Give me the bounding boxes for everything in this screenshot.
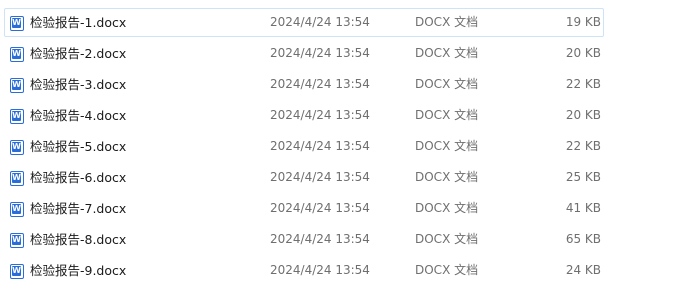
file-modified-date: 2024/4/24 13:54 <box>270 263 370 277</box>
file-size: 20 KB <box>565 108 601 122</box>
file-type: DOCX 文档 <box>415 15 479 29</box>
file-type: DOCX 文档 <box>415 77 479 91</box>
word-document-icon: W <box>10 47 24 62</box>
file-row[interactable]: W 检验报告-5.docx 2024/4/24 13:54 DOCX 文档 22… <box>4 132 604 161</box>
file-list: W 检验报告-1.docx 2024/4/24 13:54 DOCX 文档 19… <box>0 0 673 303</box>
file-row[interactable]: W 检验报告-9.docx 2024/4/24 13:54 DOCX 文档 24… <box>4 256 604 285</box>
file-size: 22 KB <box>565 77 601 91</box>
file-name: 检验报告-4.docx <box>30 108 127 123</box>
file-size: 20 KB <box>565 46 601 60</box>
file-name: 检验报告-3.docx <box>30 77 127 92</box>
file-row[interactable]: W 检验报告-3.docx 2024/4/24 13:54 DOCX 文档 22… <box>4 70 604 99</box>
file-name: 检验报告-8.docx <box>30 232 127 247</box>
file-type: DOCX 文档 <box>415 108 479 122</box>
file-modified-date: 2024/4/24 13:54 <box>270 139 370 153</box>
file-type: DOCX 文档 <box>415 46 479 60</box>
word-document-icon: W <box>10 109 24 124</box>
file-type: DOCX 文档 <box>415 232 479 246</box>
word-document-icon: W <box>10 78 24 93</box>
word-document-icon: W <box>10 264 24 279</box>
file-type: DOCX 文档 <box>415 201 479 215</box>
file-modified-date: 2024/4/24 13:54 <box>270 46 370 60</box>
word-document-icon: W <box>10 202 24 217</box>
file-modified-date: 2024/4/24 13:54 <box>270 170 370 184</box>
file-modified-date: 2024/4/24 13:54 <box>270 232 370 246</box>
file-row[interactable]: W 检验报告-6.docx 2024/4/24 13:54 DOCX 文档 25… <box>4 163 604 192</box>
file-row[interactable]: W 检验报告-2.docx 2024/4/24 13:54 DOCX 文档 20… <box>4 39 604 68</box>
file-row[interactable]: W 检验报告-8.docx 2024/4/24 13:54 DOCX 文档 65… <box>4 225 604 254</box>
file-name: 检验报告-7.docx <box>30 201 127 216</box>
file-name: 检验报告-5.docx <box>30 139 127 154</box>
word-document-icon: W <box>10 171 24 186</box>
file-modified-date: 2024/4/24 13:54 <box>270 15 370 29</box>
file-size: 41 KB <box>565 201 601 215</box>
file-size: 65 KB <box>565 232 601 246</box>
file-size: 25 KB <box>565 170 601 184</box>
word-document-icon: W <box>10 233 24 248</box>
file-type: DOCX 文档 <box>415 170 479 184</box>
file-modified-date: 2024/4/24 13:54 <box>270 201 370 215</box>
file-size: 22 KB <box>565 139 601 153</box>
file-row[interactable]: W 检验报告-7.docx 2024/4/24 13:54 DOCX 文档 41… <box>4 194 604 223</box>
file-name: 检验报告-2.docx <box>30 46 127 61</box>
file-modified-date: 2024/4/24 13:54 <box>270 108 370 122</box>
file-type: DOCX 文档 <box>415 263 479 277</box>
word-document-icon: W <box>10 16 24 31</box>
file-type: DOCX 文档 <box>415 139 479 153</box>
file-name: 检验报告-6.docx <box>30 170 127 185</box>
file-size: 19 KB <box>565 15 601 29</box>
file-row[interactable]: W 检验报告-1.docx 2024/4/24 13:54 DOCX 文档 19… <box>4 8 604 37</box>
file-size: 24 KB <box>565 263 601 277</box>
word-document-icon: W <box>10 140 24 155</box>
file-modified-date: 2024/4/24 13:54 <box>270 77 370 91</box>
file-name: 检验报告-9.docx <box>30 263 127 278</box>
file-name: 检验报告-1.docx <box>30 15 127 30</box>
file-row[interactable]: W 检验报告-4.docx 2024/4/24 13:54 DOCX 文档 20… <box>4 101 604 130</box>
